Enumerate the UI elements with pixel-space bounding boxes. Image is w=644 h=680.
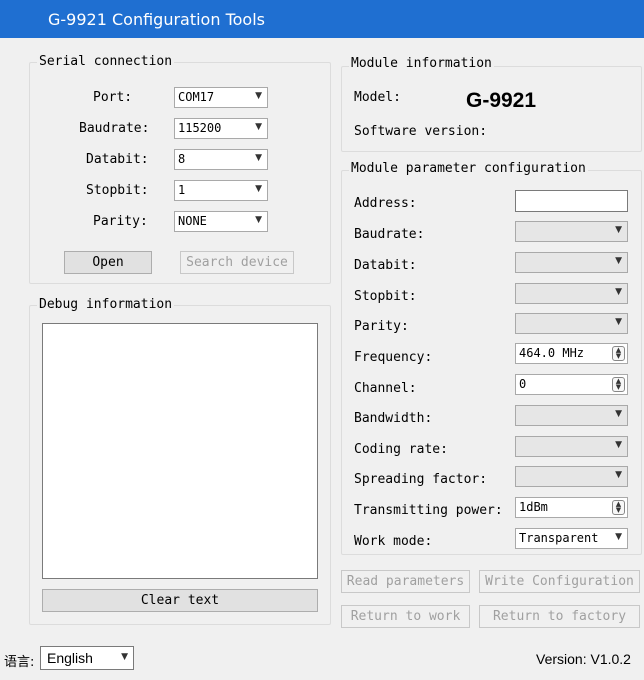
chevron-down-icon: ▼ <box>615 225 622 235</box>
return-to-work-button[interactable]: Return to work <box>341 605 470 628</box>
port-select-value: COM17 <box>178 90 215 104</box>
parity-select[interactable]: NONE ▼ <box>174 211 268 232</box>
module-parameter-legend: Module parameter configuration <box>349 161 588 176</box>
chevron-down-icon: ▼ <box>255 122 262 132</box>
bandwidth-label: Bandwidth: <box>354 411 433 426</box>
chevron-down-icon: ▼ <box>615 440 622 450</box>
language-label: 语言: <box>4 655 35 670</box>
chevron-down-icon: ▼ <box>255 153 262 163</box>
chevron-down-icon: ▼ <box>615 256 622 266</box>
software-version-label: Software version: <box>354 124 488 139</box>
address-input[interactable] <box>515 190 628 212</box>
frequency-spinbox[interactable]: 464.0 MHz ▲ ▼ <box>515 343 628 364</box>
chevron-down-icon: ▼ <box>615 287 622 297</box>
baudrate-select-value: 115200 <box>178 121 222 135</box>
baudrate-select[interactable]: 115200 ▼ <box>174 118 268 139</box>
spreading-factor-select[interactable]: ▼ <box>515 466 628 487</box>
debug-information-legend: Debug information <box>37 297 175 312</box>
frequency-label: Frequency: <box>354 350 433 365</box>
chevron-down-icon: ▼ <box>255 184 262 194</box>
channel-value: 0 <box>519 377 527 391</box>
param-parity-label: Parity: <box>354 319 409 334</box>
chevron-down-icon: ▼ <box>615 317 622 327</box>
write-configuration-button[interactable]: Write Configuration <box>479 570 640 593</box>
stopbit-select-value: 1 <box>178 183 186 197</box>
databit-label: Databit: <box>86 152 149 167</box>
chevron-down-icon: ▼ <box>615 532 622 542</box>
return-to-factory-button[interactable]: Return to factory <box>479 605 640 628</box>
channel-label: Channel: <box>354 381 417 396</box>
param-stopbit-label: Stopbit: <box>354 289 417 304</box>
title-bar: G-9921 Configuration Tools <box>0 0 644 38</box>
spin-arrows-icon[interactable]: ▲ ▼ <box>612 346 625 361</box>
module-information-legend: Module information <box>349 56 494 71</box>
channel-spinbox[interactable]: 0 ▲ ▼ <box>515 374 628 395</box>
model-value: G-9921 <box>466 89 537 112</box>
work-mode-value: Transparent <box>519 531 599 545</box>
param-baudrate-select[interactable]: ▼ <box>515 221 628 242</box>
stopbit-label: Stopbit: <box>86 183 149 198</box>
param-databit-label: Databit: <box>354 258 417 273</box>
coding-rate-label: Coding rate: <box>354 442 448 457</box>
chevron-down-icon: ▼ <box>255 91 262 101</box>
databit-select[interactable]: 8 ▼ <box>174 149 268 170</box>
spin-arrows-icon[interactable]: ▲ ▼ <box>612 377 625 392</box>
baudrate-label: Baudrate: <box>79 121 150 136</box>
parity-select-value: NONE <box>178 214 207 228</box>
open-button[interactable]: Open <box>64 251 152 274</box>
clear-text-button[interactable]: Clear text <box>42 589 318 612</box>
param-databit-select[interactable]: ▼ <box>515 252 628 273</box>
stopbit-select[interactable]: 1 ▼ <box>174 180 268 201</box>
address-label: Address: <box>354 196 417 211</box>
param-baudrate-label: Baudrate: <box>354 227 425 242</box>
read-parameters-button[interactable]: Read parameters <box>341 570 470 593</box>
work-mode-label: Work mode: <box>354 534 433 549</box>
transmitting-power-spinbox[interactable]: 1dBm ▲ ▼ <box>515 497 628 518</box>
spreading-factor-label: Spreading factor: <box>354 472 488 487</box>
language-value: English <box>47 650 93 666</box>
chevron-down-icon: ▼ <box>121 652 128 662</box>
transmitting-power-value: 1dBm <box>519 500 548 514</box>
frequency-value: 464.0 MHz <box>519 346 585 360</box>
bandwidth-select[interactable]: ▼ <box>515 405 628 426</box>
databit-select-value: 8 <box>178 152 186 166</box>
spin-arrows-icon[interactable]: ▲ ▼ <box>612 500 625 515</box>
chevron-down-icon: ▼ <box>255 215 262 225</box>
serial-connection-legend: Serial connection <box>37 54 175 69</box>
chevron-down-icon: ▼ <box>615 409 622 419</box>
debug-output-textarea[interactable] <box>42 323 318 579</box>
transmitting-power-label: Transmitting power: <box>354 503 503 518</box>
port-label: Port: <box>93 90 133 105</box>
param-parity-select[interactable]: ▼ <box>515 313 628 334</box>
coding-rate-select[interactable]: ▼ <box>515 436 628 457</box>
version-label: Version: V1.0.2 <box>536 651 631 667</box>
port-select[interactable]: COM17 ▼ <box>174 87 268 108</box>
parity-label: Parity: <box>93 214 148 229</box>
chevron-down-icon: ▼ <box>615 470 622 480</box>
window-title: G-9921 Configuration Tools <box>48 10 265 29</box>
param-stopbit-select[interactable]: ▼ <box>515 283 628 304</box>
search-device-button[interactable]: Search device <box>180 251 294 274</box>
model-label: Model: <box>354 90 401 105</box>
work-mode-select[interactable]: Transparent ▼ <box>515 528 628 549</box>
language-select[interactable]: English ▼ <box>40 646 134 670</box>
